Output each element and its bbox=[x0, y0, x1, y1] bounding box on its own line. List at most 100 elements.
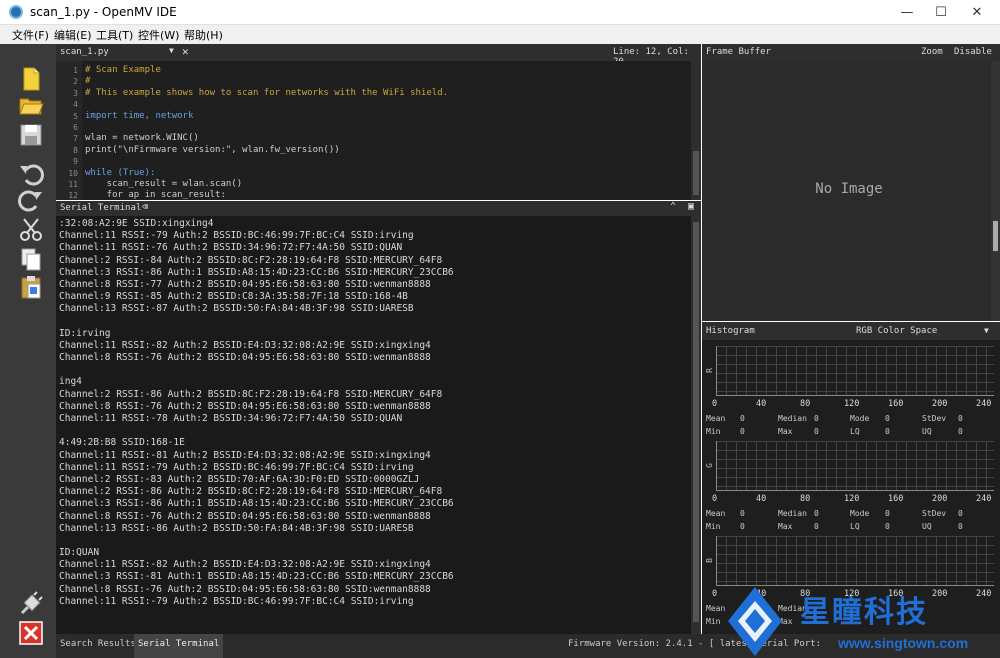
histogram-stat: UQ bbox=[922, 427, 932, 436]
clear-terminal-icon[interactable]: ⌫ bbox=[142, 202, 148, 213]
serial-line: Channel:3 RSSI:-86 Auth:1 BSSID:A8:15:4D… bbox=[59, 498, 454, 510]
code-text[interactable]: # Scan Example # # This example shows how … bbox=[85, 65, 448, 200]
code-line[interactable]: for ap in scan_result: bbox=[85, 190, 448, 200]
serial-line: ID:irving bbox=[59, 327, 111, 339]
singtown-logo bbox=[728, 587, 782, 656]
serial-line: Channel:2 RSSI:-86 Auth:2 BSSID:8C:F2:28… bbox=[59, 486, 443, 498]
disable-checkbox[interactable]: Disable bbox=[954, 47, 992, 57]
histogram-stat: 0 bbox=[958, 522, 963, 531]
histogram-tick-label: 120 bbox=[844, 494, 860, 504]
histogram-header: Histogram RGB Color Space ▼ bbox=[702, 322, 1000, 340]
zoom-checkbox[interactable]: Zoom bbox=[921, 47, 943, 57]
color-space-select[interactable]: RGB Color Space bbox=[856, 326, 937, 336]
code-line[interactable] bbox=[85, 99, 448, 110]
serial-line: Channel:8 RSSI:-77 Auth:2 BSSID:04:95:E6… bbox=[59, 278, 431, 290]
frame-buffer-scrollbar[interactable] bbox=[991, 61, 1000, 321]
serial-line: Channel:11 RSSI:-79 Auth:2 BSSID:BC:46:9… bbox=[59, 595, 414, 607]
connect-icon[interactable] bbox=[18, 591, 44, 617]
serial-line: Channel:13 RSSI:-86 Auth:2 BSSID:50:FA:8… bbox=[59, 522, 414, 534]
histogram-stat: 0 bbox=[958, 509, 963, 518]
histogram-tick-label: 40 bbox=[756, 494, 767, 504]
menu-help[interactable]: 帮助(H) bbox=[184, 27, 223, 43]
close-button[interactable]: ✕ bbox=[960, 0, 994, 25]
histogram-stat: LQ bbox=[850, 427, 860, 436]
open-file-icon[interactable] bbox=[18, 92, 44, 118]
undo-icon[interactable] bbox=[18, 160, 44, 186]
histogram-stat: Mode bbox=[850, 414, 870, 423]
serial-scroll-thumb[interactable] bbox=[693, 222, 699, 622]
histogram-stat: 0 bbox=[814, 509, 819, 518]
code-line[interactable]: import time, network bbox=[85, 111, 448, 122]
code-line[interactable] bbox=[85, 122, 448, 133]
title-bar: scan_1.py - OpenMV IDE — ☐ ✕ bbox=[0, 0, 1000, 25]
histogram-stat: 0 bbox=[958, 427, 963, 436]
histogram-stat: 0 bbox=[958, 414, 963, 423]
collapse-arrow-icon[interactable]: ⌃ bbox=[670, 201, 676, 212]
histogram-stat: StDev bbox=[922, 509, 947, 518]
stop-icon[interactable] bbox=[18, 620, 44, 646]
frame-buffer-title: Frame Buffer bbox=[706, 47, 772, 57]
search-results-tab[interactable]: Search Results bbox=[60, 639, 136, 649]
histogram-stat: 0 bbox=[740, 522, 745, 531]
histogram-stat: 0 bbox=[814, 414, 819, 423]
code-line[interactable] bbox=[85, 156, 448, 167]
histogram-stat: 0 bbox=[740, 414, 745, 423]
editor-file-tab[interactable]: scan_1.py bbox=[60, 47, 109, 57]
serial-terminal-tab[interactable]: Serial Terminal bbox=[134, 634, 224, 658]
chevron-down-icon[interactable]: ▼ bbox=[984, 326, 989, 335]
close-tab-icon[interactable]: ✕ bbox=[182, 45, 189, 58]
new-file-icon[interactable] bbox=[18, 66, 44, 92]
serial-line: Channel:11 RSSI:-81 Auth:2 BSSID:E4:D3:3… bbox=[59, 449, 431, 461]
tab-dropdown-icon[interactable]: ▼ bbox=[169, 46, 174, 55]
histogram-stat: Mean bbox=[706, 509, 726, 518]
editor-scrollbar[interactable] bbox=[691, 61, 701, 200]
serial-terminal-output[interactable]: :32:08:A2:9E SSID:xingxing4 Channel:11 RS… bbox=[56, 216, 691, 634]
histogram-stat: Mode bbox=[850, 509, 870, 518]
redo-icon[interactable] bbox=[18, 186, 44, 212]
histogram-stat: Min bbox=[706, 522, 721, 531]
histogram-plot bbox=[716, 346, 994, 396]
histogram-stat: 0 bbox=[740, 509, 745, 518]
save-icon[interactable] bbox=[18, 122, 44, 148]
cut-icon[interactable] bbox=[18, 216, 44, 242]
histogram-stat: 0 bbox=[885, 414, 890, 423]
copy-icon[interactable] bbox=[18, 246, 44, 272]
code-line[interactable]: # bbox=[85, 76, 448, 87]
menu-edit[interactable]: 编辑(E) bbox=[54, 27, 92, 43]
line-number: 12 bbox=[68, 191, 78, 200]
menu-widgets[interactable]: 控件(W) bbox=[138, 27, 179, 43]
histogram-stat: Min bbox=[706, 617, 721, 626]
histogram-stat: 0 bbox=[814, 427, 819, 436]
menu-file[interactable]: 文件(F) bbox=[12, 27, 49, 43]
serial-line bbox=[59, 535, 454, 547]
serial-scrollbar[interactable] bbox=[691, 216, 701, 634]
paste-icon[interactable] bbox=[18, 274, 44, 300]
frame-buffer-scroll-thumb[interactable] bbox=[993, 221, 998, 251]
code-editor[interactable]: 1 2 3 4 5 6 7 8 9 10 11 12 # Scan Example # # This ex… bbox=[56, 61, 701, 200]
code-line[interactable]: wlan = network.WINC() bbox=[85, 133, 448, 144]
histogram-stat: Max bbox=[778, 522, 793, 531]
code-line[interactable]: # This example shows how to scan for net… bbox=[85, 88, 448, 99]
line-number-gutter: 1 2 3 4 5 6 7 8 9 10 11 12 bbox=[56, 61, 82, 200]
histogram-tick-label: 200 bbox=[932, 494, 948, 504]
serial-line: Channel:8 RSSI:-76 Auth:2 BSSID:04:95:E6… bbox=[59, 583, 431, 595]
minimize-button[interactable]: — bbox=[890, 0, 924, 25]
serial-line: :32:08:A2:9E SSID:xingxing4 bbox=[59, 218, 214, 229]
serial-line bbox=[59, 425, 454, 437]
serial-line: Channel:11 RSSI:-76 Auth:2 BSSID:34:96:7… bbox=[59, 242, 403, 254]
code-line[interactable]: scan_result = wlan.scan() bbox=[85, 179, 448, 190]
serial-terminal-title: Serial Terminal bbox=[60, 203, 142, 213]
serial-line: Channel:2 RSSI:-86 Auth:2 BSSID:8C:F2:28… bbox=[59, 388, 443, 400]
code-line[interactable]: print("\nFirmware version:", wlan.fw_ver… bbox=[85, 145, 448, 156]
histogram-tick-label: 240 bbox=[976, 399, 992, 409]
editor-scroll-thumb[interactable] bbox=[693, 151, 699, 195]
serial-line bbox=[59, 364, 454, 376]
no-image-text: No Image bbox=[815, 181, 883, 197]
menu-tools[interactable]: 工具(T) bbox=[96, 27, 133, 43]
code-line[interactable]: # Scan Example bbox=[85, 65, 448, 76]
maximize-button[interactable]: ☐ bbox=[924, 0, 958, 25]
serial-terminal-header: Serial Terminal ⌫ ⌃ ▣ bbox=[56, 201, 701, 216]
code-line[interactable]: while (True): bbox=[85, 168, 448, 179]
restore-pane-icon[interactable]: ▣ bbox=[688, 201, 694, 212]
line-number: 9 bbox=[73, 157, 78, 167]
